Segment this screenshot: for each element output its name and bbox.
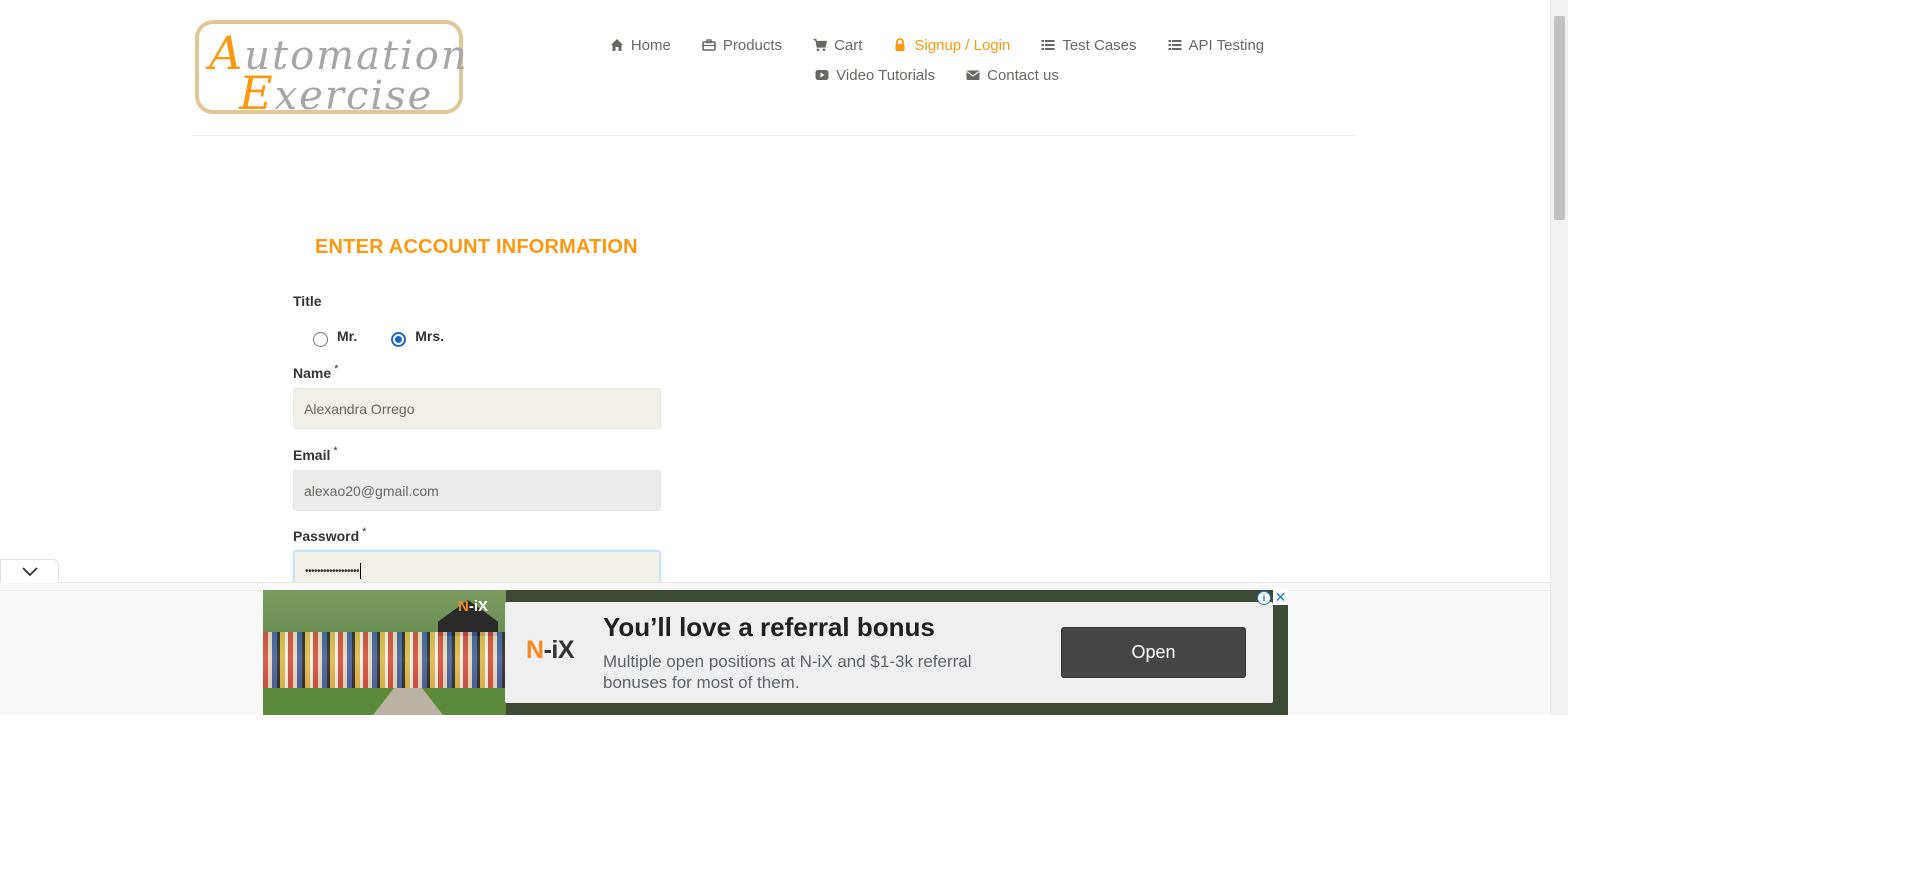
radio-mr-circle[interactable] [313, 331, 328, 347]
list-icon [1168, 38, 1182, 52]
ad-banner[interactable]: N-iX N-iX You’ll love a referral bonus M… [263, 590, 1288, 715]
nav-products[interactable]: Products [702, 37, 782, 54]
cart-icon [813, 38, 828, 52]
logo-line-2: Exercise [239, 66, 434, 120]
nav-row-2: Video Tutorials Contact us [602, 60, 1272, 90]
ad-info-icon[interactable]: i [1257, 591, 1271, 605]
list-icon [1041, 38, 1055, 52]
email-field[interactable]: alexao20@gmail.com [293, 470, 661, 511]
nav-cart[interactable]: Cart [813, 37, 862, 54]
ad-brand-logo: N-iX [526, 636, 575, 664]
radio-mr[interactable]: Mr. [313, 328, 357, 347]
title-label: Title [293, 293, 322, 309]
page-scrollbar[interactable] [1550, 0, 1568, 715]
ad-photo-crowd [263, 632, 506, 690]
youtube-play-icon [815, 68, 829, 82]
ad-collapse-button[interactable] [0, 559, 59, 583]
text-caret [360, 563, 362, 579]
main-nav: Home Products Cart Signup / Login Test C… [602, 30, 1272, 90]
site-logo[interactable]: Automation Exercise [195, 20, 467, 120]
envelope-icon [966, 68, 980, 82]
chevron-down-icon [21, 566, 38, 576]
nav-row-1: Home Products Cart Signup / Login Test C… [602, 30, 1272, 60]
required-mark: * [334, 363, 339, 375]
nav-contact-us[interactable]: Contact us [966, 67, 1059, 84]
nav-video-tutorials[interactable]: Video Tutorials [815, 67, 935, 84]
name-field[interactable]: Alexandra Orrego [293, 388, 661, 429]
name-label: Name * [293, 363, 339, 381]
radio-mrs[interactable]: Mrs. [391, 328, 444, 347]
radio-mrs-circle[interactable] [391, 331, 407, 347]
ad-photo: N-iX [263, 590, 506, 715]
required-mark: * [362, 526, 367, 538]
nav-signup-login[interactable]: Signup / Login [893, 37, 1010, 54]
ad-description: Multiple open positions at N-iX and $1-3… [603, 652, 972, 692]
password-label: Password * [293, 526, 367, 544]
nav-home[interactable]: Home [610, 37, 671, 54]
ad-headline: You’ll love a referral bonus [603, 612, 935, 642]
home-icon [610, 38, 624, 52]
nav-api-testing[interactable]: API Testing [1168, 37, 1264, 54]
lock-icon [893, 38, 907, 52]
ad-open-button[interactable]: Open [1061, 627, 1246, 678]
title-radio-group: Mr. Mrs. [313, 328, 444, 347]
nav-test-cases[interactable]: Test Cases [1041, 37, 1137, 54]
ad-photo-logo: N-iX [458, 598, 489, 615]
briefcase-icon [702, 38, 716, 52]
site-header: Automation Exercise Home Products Cart S… [192, 0, 1357, 136]
ad-close-icon[interactable]: ✕ [1273, 589, 1288, 605]
email-label: Email * [293, 445, 338, 463]
ad-card[interactable]: N-iX You’ll love a referral bonus Multip… [505, 602, 1273, 703]
required-mark: * [333, 445, 338, 457]
scrollbar-thumb[interactable] [1554, 16, 1565, 220]
form-heading: ENTER ACCOUNT INFORMATION [315, 236, 638, 258]
